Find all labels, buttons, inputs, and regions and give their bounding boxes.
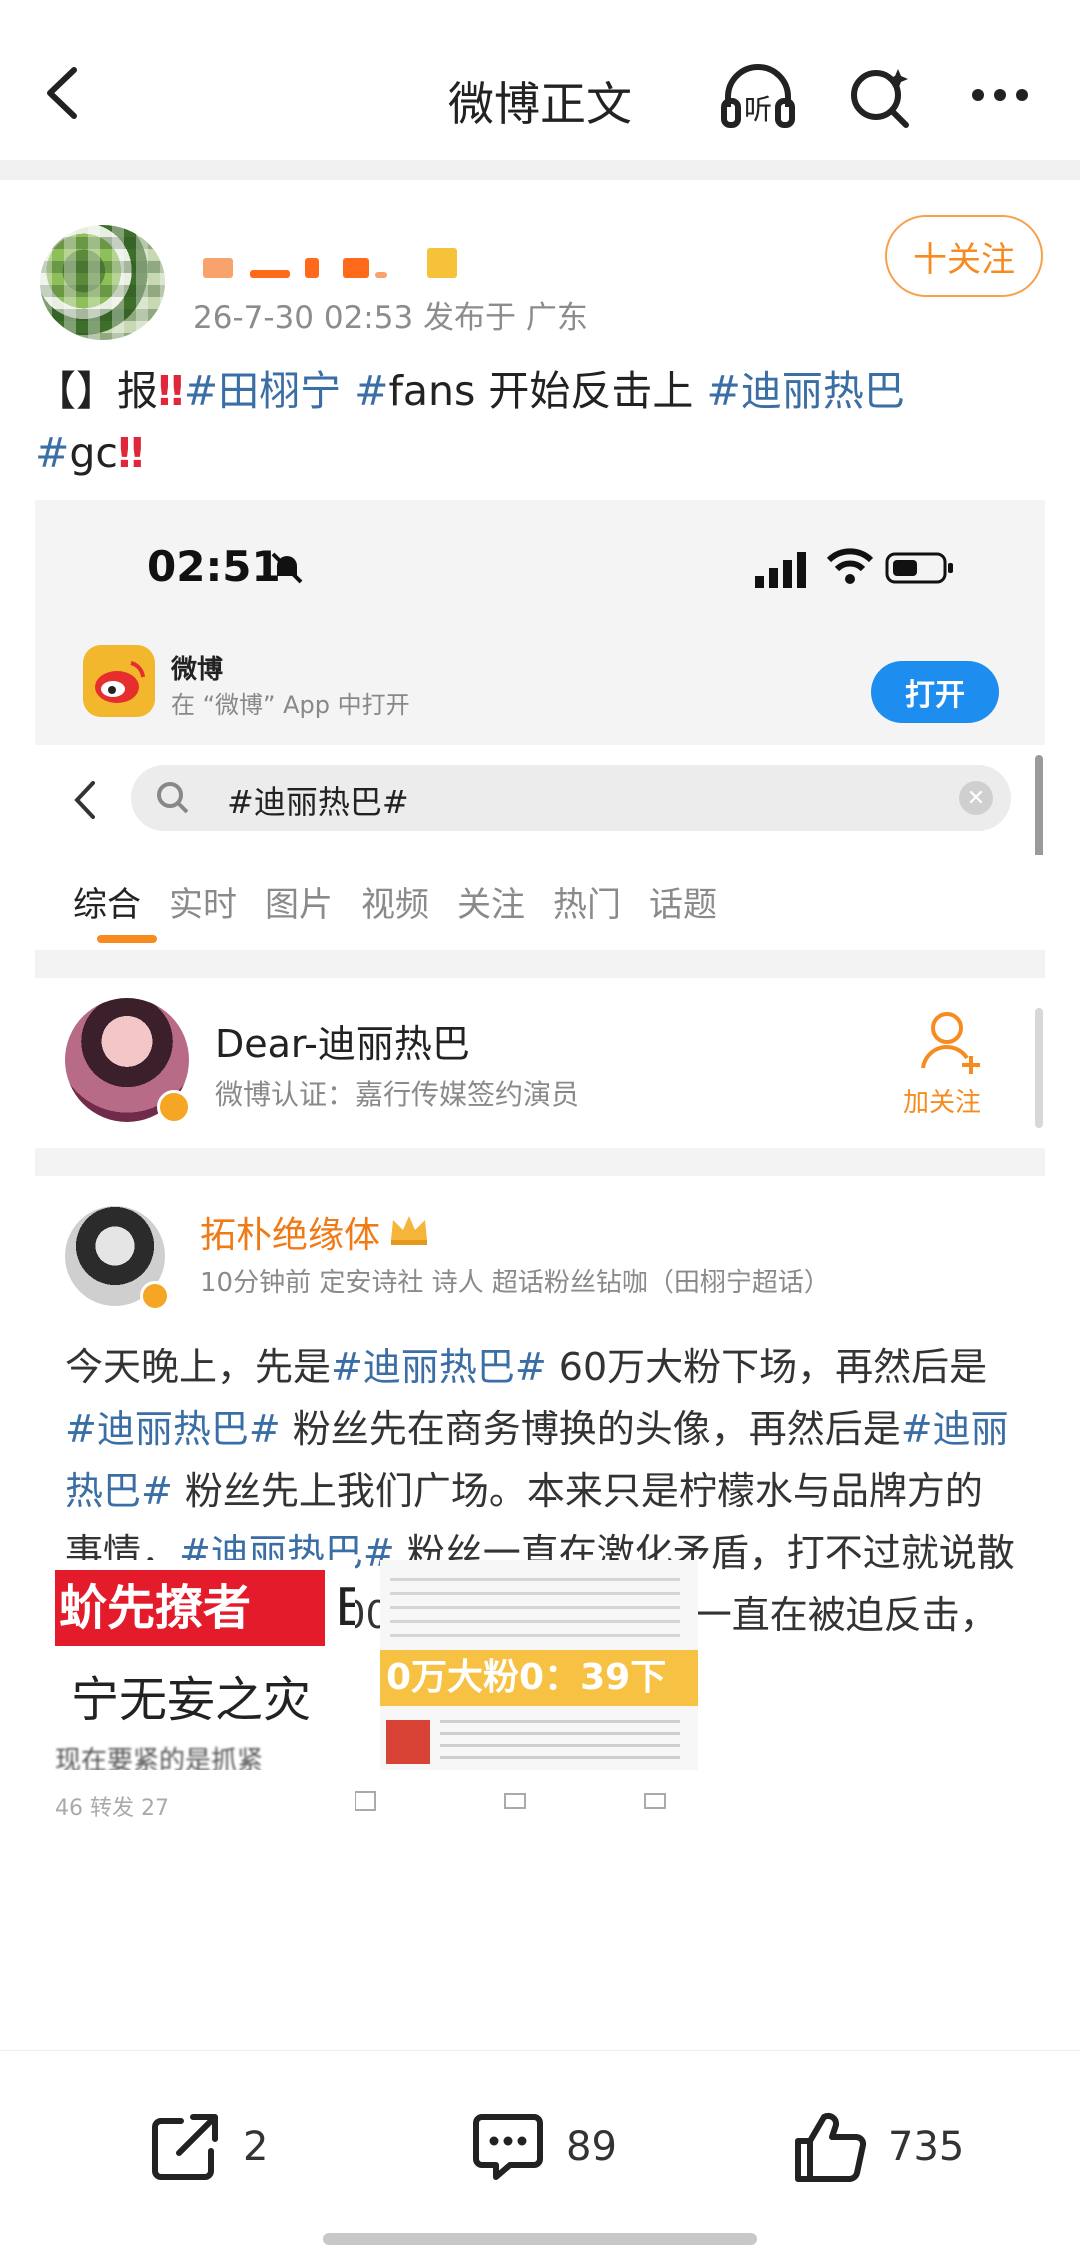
feed-user-name[interactable]: 拓朴绝缘体	[200, 1206, 380, 1258]
add-follow-label[interactable]: 加关注	[903, 1082, 981, 1119]
top-nav: 微博正文 听	[0, 30, 1080, 160]
image-edge-text: E	[335, 1578, 355, 1638]
search-icon	[157, 782, 189, 814]
wifi-icon	[826, 548, 874, 584]
signal-icon	[755, 552, 806, 588]
tab-hot[interactable]: 热门	[553, 877, 621, 926]
feed-image-1[interactable]: 蚧先撩者 E 宁无妄之灾 现在要紧的是抓紧	[55, 1560, 355, 1770]
hashtag-link[interactable]: #迪丽热巴#	[65, 1407, 281, 1451]
app-open-bar: 微博 在 “微博” App 中打开 打开	[35, 625, 1045, 745]
scrollbar[interactable]	[1035, 1008, 1043, 1128]
comment-icon	[473, 2114, 543, 2180]
verified-badge-icon	[140, 1281, 170, 1311]
feed-text-part: 粉丝先在商务博换的头像，再然后是	[280, 1407, 901, 1451]
separator	[35, 1148, 1045, 1176]
user-name[interactable]: Dear-迪丽热巴	[215, 1013, 470, 1068]
home-indicator	[323, 2233, 757, 2245]
thumbs-up-icon	[795, 2112, 867, 2182]
clock: 02:51	[147, 542, 281, 591]
image-subcaption: 现在要紧的是抓紧	[55, 1746, 264, 1770]
feed-footer-stats: 46 转发 27	[55, 1796, 169, 1821]
open-app-button[interactable]: 打开	[871, 661, 999, 723]
feed-meta: 10分钟前 定安诗社 诗人 超话粉丝钻咖（田栩宁超话）	[200, 1268, 830, 1298]
post-meta: 26-7-30 02:53 发布于 广东	[193, 300, 588, 336]
feed-text-part: 今天晚上，先是	[65, 1345, 332, 1389]
post-text-part: gc	[69, 429, 118, 477]
headphones-icon: 听	[721, 64, 795, 128]
crown-icon	[391, 1216, 427, 1245]
post-image[interactable]: 02:51 微博 在 “微博” App 中打开 打开 #迪丽热巴# ✕ 综合 实…	[35, 500, 1045, 2050]
hashtag-link[interactable]: #	[354, 367, 388, 415]
image-thumbnail	[386, 1720, 430, 1764]
weibo-logo-icon	[83, 645, 155, 717]
share-count: 2	[243, 2124, 269, 2170]
battery-icon	[885, 552, 953, 584]
separator	[0, 160, 1080, 180]
like-button[interactable]: 735	[790, 2107, 964, 2187]
status-strip	[0, 0, 1080, 30]
post-text-part: 【】报	[35, 367, 158, 415]
clear-icon[interactable]: ✕	[959, 781, 993, 815]
search-input[interactable]: #迪丽热巴# ✕	[131, 765, 1011, 831]
add-user-icon[interactable]	[915, 1006, 985, 1076]
user-card[interactable]: Dear-迪丽热巴 微博认证：嘉行传媒签约演员 加关注	[35, 978, 1045, 1148]
post-text-part	[341, 367, 354, 415]
hashtag-link[interactable]: #迪丽热巴	[706, 367, 904, 415]
follow-button[interactable]: 十关注	[885, 215, 1043, 297]
bottom-action-bar: 2 89 735	[0, 2050, 1080, 2266]
search-icon[interactable]	[840, 55, 920, 135]
alert-icon: ‼	[117, 429, 144, 477]
feed-text-part: 60万大粉下场，再然后是	[546, 1345, 988, 1389]
app-name: 微博	[171, 655, 224, 685]
hashtag-link[interactable]: #迪丽热巴#	[331, 1345, 547, 1389]
search-row: #迪丽热巴# ✕	[35, 745, 1045, 855]
alert-icon: ‼	[158, 367, 184, 415]
hashtag-link[interactable]: #	[35, 429, 69, 477]
hashtag-link[interactable]: #田栩宁	[184, 367, 341, 415]
tab-realtime[interactable]: 实时	[169, 877, 237, 926]
image-banner-text: 0万大粉0：39下	[380, 1650, 698, 1706]
comment-button[interactable]: 89	[468, 2107, 617, 2187]
mute-bell-icon	[271, 552, 303, 584]
image-banner-text: 蚧先撩者	[55, 1570, 325, 1646]
share-button[interactable]: 2	[145, 2107, 268, 2187]
image-text-lines	[440, 1720, 680, 1760]
phone-status-bar: 02:51	[35, 500, 1045, 625]
user-name-redacted[interactable]	[195, 248, 475, 284]
tab-comprehensive[interactable]: 综合	[73, 877, 141, 926]
verification-text: 微博认证：嘉行传媒签约演员	[215, 1078, 580, 1111]
feed-footer-icons	[355, 1791, 666, 1811]
app-subtitle: 在 “微博” App 中打开	[171, 691, 410, 719]
post-text: 【】报‼#田栩宁 #fans 开始反击上 #迪丽热巴 #gc‼	[35, 360, 1045, 484]
back-icon[interactable]	[65, 775, 105, 825]
search-tabs: 综合 实时 图片 视频 关注 热门 话题	[35, 855, 1045, 950]
post-text-part: fans 开始反击上	[388, 367, 707, 415]
avatar[interactable]	[40, 225, 165, 340]
listen-label: 听	[744, 93, 772, 126]
verified-badge-icon	[157, 1090, 191, 1124]
like-count: 735	[888, 2124, 965, 2170]
tab-videos[interactable]: 视频	[361, 877, 429, 926]
image-text-lines	[390, 1578, 680, 1638]
comment-count: 89	[566, 2124, 617, 2170]
search-query: #迪丽热巴#	[227, 783, 409, 821]
tab-active-indicator	[97, 935, 157, 943]
more-icon[interactable]	[960, 55, 1040, 135]
share-icon	[152, 2114, 218, 2180]
tab-following[interactable]: 关注	[457, 877, 525, 926]
tab-topics[interactable]: 话题	[649, 877, 717, 926]
feed-image-2[interactable]: 0万大粉0：39下	[380, 1560, 698, 1770]
separator	[35, 950, 1045, 978]
listen-button[interactable]: 听	[718, 55, 798, 135]
image-caption: 宁无妄之灾	[71, 1672, 312, 1728]
tab-images[interactable]: 图片	[265, 877, 333, 926]
